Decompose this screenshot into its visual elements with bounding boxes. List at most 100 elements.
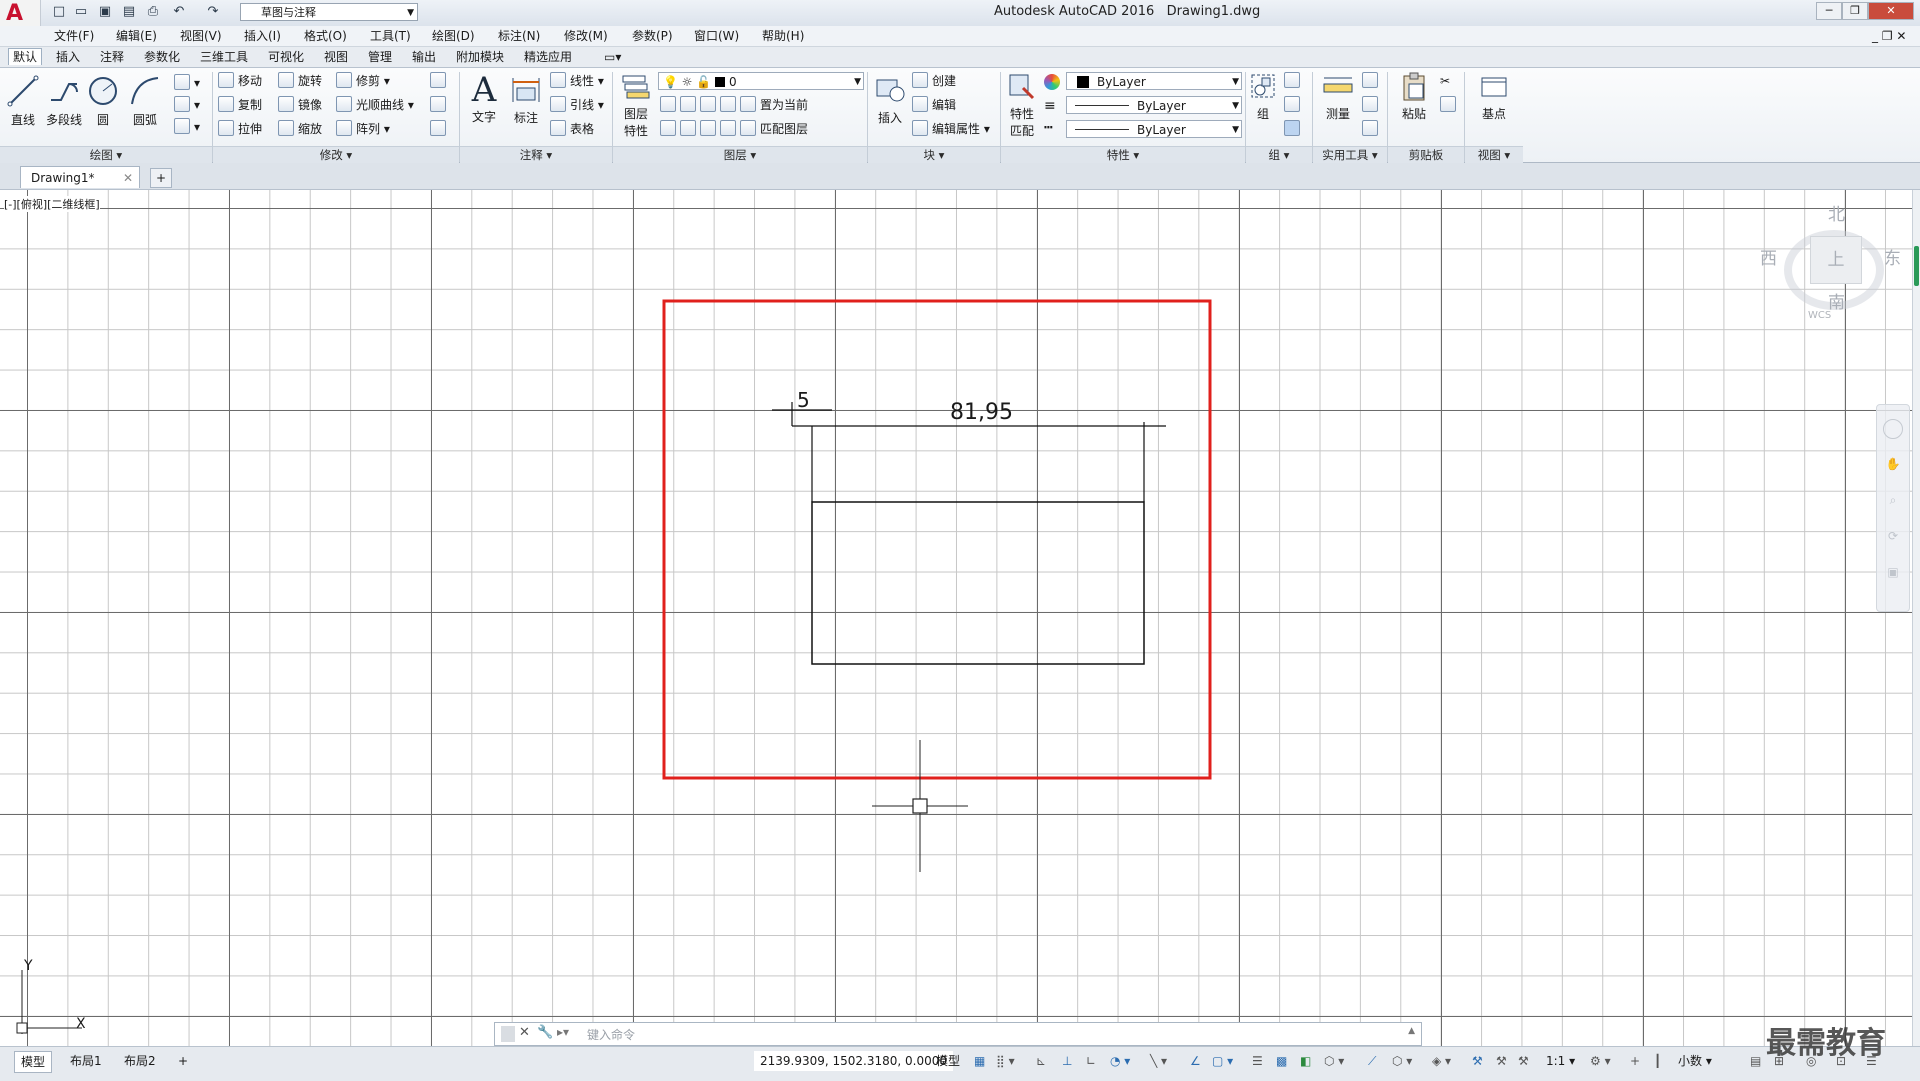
base-point-tool[interactable]: 基点 [1476,72,1512,122]
vertical-scrollbar[interactable] [1912,190,1920,1046]
tab-featured-apps[interactable]: 精选应用 [520,49,576,65]
lineweight-display-icon[interactable]: ☰ [1246,1051,1269,1071]
match-properties-tool[interactable]: 特性 匹配 [1004,72,1040,139]
menu-dimension[interactable]: 标注(N) [498,28,540,44]
close-tab-icon[interactable]: ✕ [123,167,133,189]
drawing-canvas[interactable]: [-][俯视][二维线框] 5 81,95 Y X 北 南 西 东 上 WCS … [0,190,1912,1046]
tab-visualize[interactable]: 可视化 [264,49,308,65]
menu-view[interactable]: 视图(V) [180,28,222,44]
save-as-icon[interactable]: ▤ [120,4,138,20]
tab-parametric[interactable]: 参数化 [140,49,184,65]
ungroup-tool[interactable] [1284,72,1304,90]
cmd-grip[interactable] [501,1026,515,1042]
tab-addins[interactable]: 附加模块 [452,49,508,65]
doc-window-controls[interactable]: _ ❐ ✕ [1872,28,1906,44]
object-snap-tracking-icon[interactable]: ∠ [1184,1051,1207,1071]
dimension-tool[interactable]: 标注 [508,72,544,126]
layer-dropdown[interactable]: 💡 ☼ 🔓 0 ▼ [658,72,864,90]
polar-tracking-icon[interactable]: ◔ ▾ [1104,1051,1136,1071]
create-block-tool[interactable]: 创建 [912,72,956,90]
color-wheel-icon[interactable] [1044,74,1060,90]
restore-button[interactable]: ❐ [1842,2,1868,20]
dynamic-ucs-icon[interactable]: ⟋ [1362,1051,1382,1071]
steering-wheel-icon[interactable] [1883,419,1903,439]
layer-tools-row-1[interactable]: 置为当前 [660,96,808,114]
panel-title-utilities[interactable]: 实用工具 ▾ [1313,146,1387,163]
linetype-icon[interactable]: ┅ [1044,120,1052,136]
edit-block-tool[interactable]: 编辑 [912,96,956,114]
model-space-toggle[interactable]: 模型 [930,1051,966,1071]
recent-commands-icon[interactable]: ▸▾ [557,1025,569,1039]
erase-tool[interactable] [430,72,450,90]
cut-tool[interactable]: ✂ [1440,72,1450,90]
tab-model[interactable]: 模型 [14,1051,53,1073]
close-command-icon[interactable]: ✕ [519,1025,530,1040]
tab-view[interactable]: 视图 [320,49,352,65]
command-line[interactable]: ✕ 🔧 ▸▾ 键入命令 ▲ [494,1022,1422,1046]
save-icon[interactable]: ▣ [96,4,114,20]
infer-constraints-icon[interactable]: ⊾ [1030,1051,1052,1071]
polyline-tool[interactable]: 多段线 [44,74,84,128]
application-menu-button[interactable]: A [0,0,41,26]
annotation-scale-icon[interactable]: ⚒ [1512,1051,1535,1071]
menu-modify[interactable]: 修改(M) [564,28,608,44]
boundary-tool[interactable]: ▾ [174,118,200,136]
explode-tool[interactable] [430,96,450,114]
command-input[interactable]: 键入命令 [587,1026,635,1043]
annotation-scale-dropdown[interactable]: 1:1 ▾ [1540,1051,1581,1071]
dynamic-input-icon[interactable]: ⊥ [1056,1051,1078,1071]
panel-title-block[interactable]: 块 ▾ [868,146,1000,163]
scroll-thumb[interactable] [1914,246,1919,286]
table-tool[interactable]: 表格 [550,120,594,138]
leader-tool[interactable]: 引线 ▾ [550,96,604,114]
add-layout-icon[interactable]: + [172,1051,194,1071]
id-point-tool[interactable] [1362,96,1382,114]
paste-tool[interactable]: 粘贴 [1396,72,1432,122]
tab-home[interactable]: 默认 [8,48,43,65]
menu-tools[interactable]: 工具(T) [370,28,411,44]
gizmo-icon[interactable]: ◈ ▾ [1426,1051,1457,1071]
viewcube-east[interactable]: 东 [1884,244,1901,269]
menu-parametric[interactable]: 参数(P) [632,28,673,44]
trim-tool[interactable]: 修剪 ▾ [336,72,390,90]
annotation-visibility-icon[interactable]: ⚒ [1466,1051,1489,1071]
lineweight-icon[interactable]: ≡ [1044,98,1056,114]
orbit-icon[interactable]: ⟳ [1884,529,1902,547]
auto-scale-icon[interactable]: ⚒ [1490,1051,1513,1071]
panel-title-view[interactable]: 视图 ▾ [1465,146,1523,163]
offset-tool[interactable] [430,120,450,138]
group-tool[interactable]: 组 [1248,72,1278,122]
panel-title-draw[interactable]: 绘图 ▾ [0,146,212,163]
line-tool[interactable]: 直线 [6,74,40,128]
pan-icon[interactable]: ✋ [1884,457,1902,475]
spline-tool[interactable]: 光顺曲线 ▾ [336,96,414,114]
annotation-monitor-icon[interactable]: + [1624,1051,1646,1071]
tab-output[interactable]: 输出 [408,49,440,65]
workspace-dropdown[interactable]: 草图与注释 ▼ [240,3,418,21]
text-tool[interactable]: A 文字 [466,72,502,125]
ribbon-minimize-icon[interactable]: ▭▾ [600,49,625,65]
isodraft-icon[interactable]: ╲ ▾ [1144,1051,1173,1071]
redo-icon[interactable]: ↷ [204,4,222,20]
linetype-dropdown[interactable]: ByLayer ▼ [1066,96,1242,114]
minimize-button[interactable]: ─ [1816,2,1842,20]
panel-title-modify[interactable]: 修改 ▾ [213,146,459,163]
measure-tool[interactable]: 测量 [1320,72,1356,122]
customize-wrench-icon[interactable]: 🔧 [537,1025,553,1040]
chevron-up-icon[interactable]: ▲ [1408,1026,1415,1036]
viewcube[interactable]: 北 南 西 东 上 WCS [1756,200,1912,321]
layer-properties-tool[interactable]: 图层 特性 [618,72,654,139]
menu-window[interactable]: 窗口(W) [694,28,739,44]
group-select-tool[interactable] [1284,120,1304,138]
menu-help[interactable]: 帮助(H) [762,28,804,44]
undo-icon[interactable]: ↶ [170,4,188,20]
viewcube-top-face[interactable]: 上 [1810,236,1862,284]
tab-3d-tools[interactable]: 三维工具 [196,49,252,65]
viewcube-west[interactable]: 西 [1760,244,1777,269]
group-edit-tool[interactable] [1284,96,1304,114]
wcs-menu[interactable]: WCS [1808,310,1831,321]
close-button[interactable]: ✕ [1868,2,1914,20]
menu-insert[interactable]: 插入(I) [244,28,281,44]
menu-file[interactable]: 文件(F) [54,28,94,44]
units-dropdown[interactable]: 小数 ▾ [1672,1051,1718,1071]
